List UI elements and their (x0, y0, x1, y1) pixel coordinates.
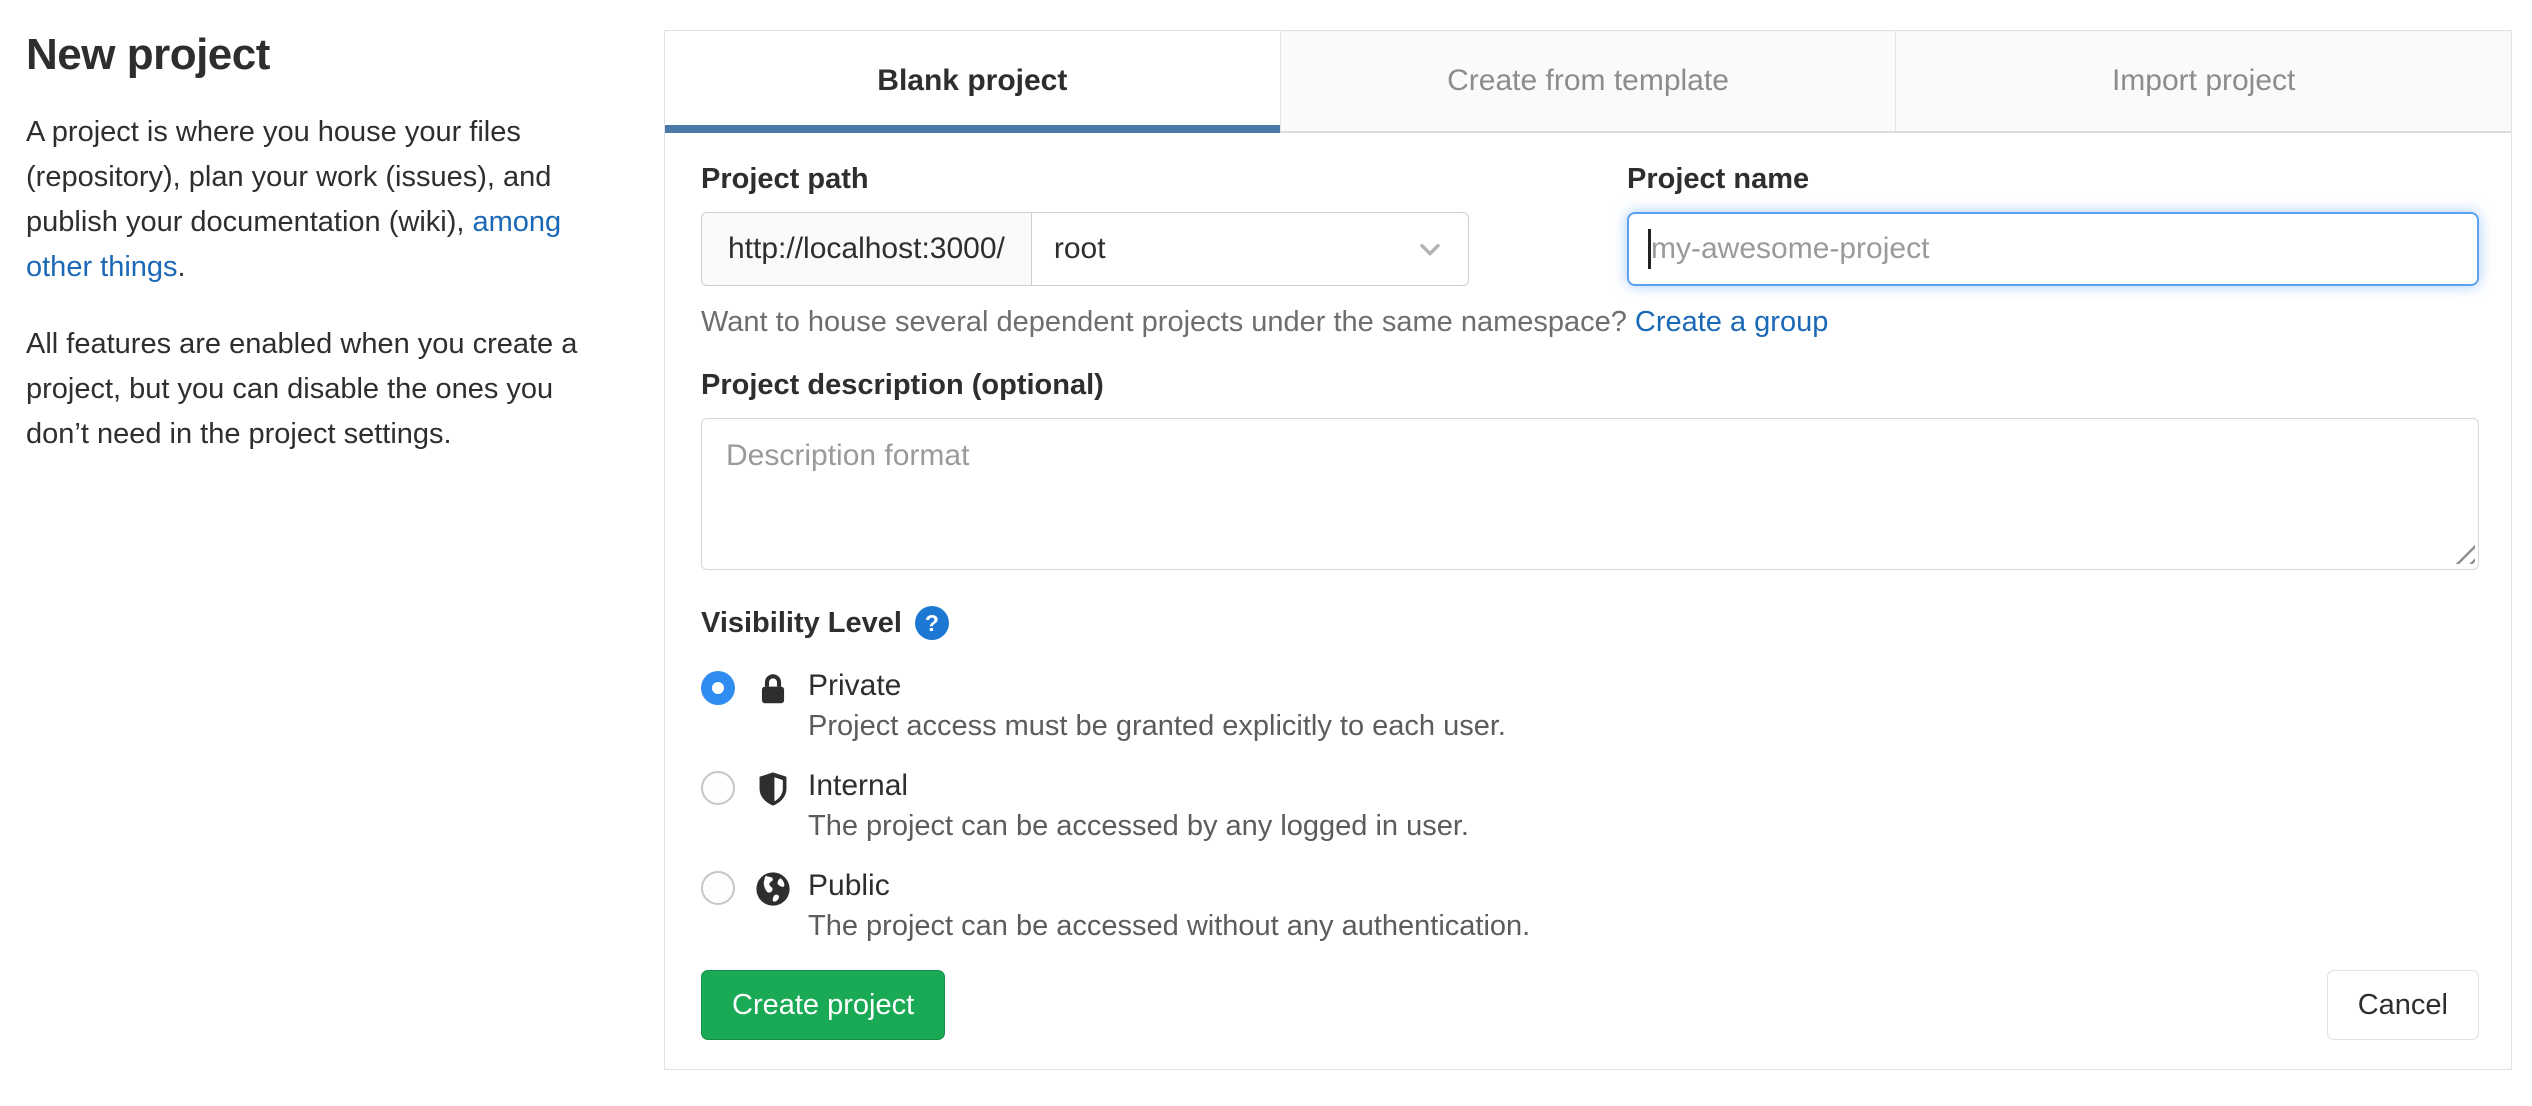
namespace-selected-value: root (1053, 232, 1106, 265)
visibility-option-internal: Internal The project can be accessed by … (701, 766, 2479, 846)
visibility-option-description: The project can be accessed without any … (808, 910, 1531, 942)
globe-icon (754, 870, 792, 908)
project-name-input[interactable] (1627, 212, 2479, 286)
shield-icon (754, 770, 792, 808)
visibility-option-private: Private Project access must be granted e… (701, 666, 2479, 746)
radio-public[interactable] (701, 871, 735, 905)
visibility-option-name: Internal (808, 769, 909, 802)
visibility-level-label: Visibility Level (701, 606, 902, 639)
project-path-group: http://localhost:3000/ root (701, 212, 1469, 286)
namespace-hint: Want to house several dependent projects… (701, 306, 2479, 339)
tab-blank-project[interactable]: Blank project (665, 31, 1280, 133)
url-prefix-addon: http://localhost:3000/ (701, 212, 1031, 286)
sidebar: New project A project is where you house… (26, 30, 588, 1070)
new-project-page: New project A project is where you house… (0, 0, 2532, 1070)
tab-create-from-template[interactable]: Create from template (1279, 31, 1896, 131)
page-title: New project (26, 30, 270, 79)
create-group-link[interactable]: Create a group (1635, 306, 1828, 338)
tab-label: Blank project (877, 64, 1068, 97)
intro-text-end: . (177, 251, 186, 283)
lock-icon (754, 670, 792, 708)
project-description-label: Project description (optional) (701, 369, 1104, 401)
blank-project-form: Project path http://localhost:3000/ root… (665, 133, 2511, 1040)
radio-private[interactable] (701, 671, 735, 705)
namespace-hint-text: Want to house several dependent projects… (701, 306, 1627, 338)
namespace-select[interactable]: root (1030, 212, 1469, 286)
project-type-tabs: Blank project Create from template Impor… (665, 31, 2512, 133)
project-description-input[interactable] (701, 418, 2479, 570)
tab-label: Import project (2111, 64, 2296, 97)
visibility-option-name: Public (808, 869, 890, 902)
create-project-button[interactable]: Create project (701, 970, 946, 1040)
radio-internal[interactable] (701, 771, 735, 805)
cancel-button[interactable]: Cancel (2326, 970, 2479, 1040)
visibility-option-name: Private (808, 669, 902, 702)
new-project-panel: Blank project Create from template Impor… (664, 30, 2512, 1070)
help-icon[interactable]: ? (914, 606, 949, 640)
project-name-label: Project name (1627, 163, 1810, 195)
text-cursor (1648, 229, 1651, 269)
project-path-label: Project path (701, 163, 869, 195)
tab-import-project[interactable]: Import project (1895, 31, 2512, 131)
visibility-option-description: Project access must be granted explicitl… (808, 710, 1506, 742)
visibility-option-description: The project can be accessed by any logge… (808, 810, 1469, 842)
intro-paragraph: A project is where you house your files … (26, 110, 588, 290)
features-paragraph: All features are enabled when you create… (26, 328, 578, 450)
visibility-options: Private Project access must be granted e… (701, 666, 2479, 946)
tab-label: Create from template (1447, 64, 1729, 97)
chevron-down-icon (1420, 243, 1440, 256)
visibility-option-public: Public The project can be accessed witho… (701, 866, 2479, 946)
